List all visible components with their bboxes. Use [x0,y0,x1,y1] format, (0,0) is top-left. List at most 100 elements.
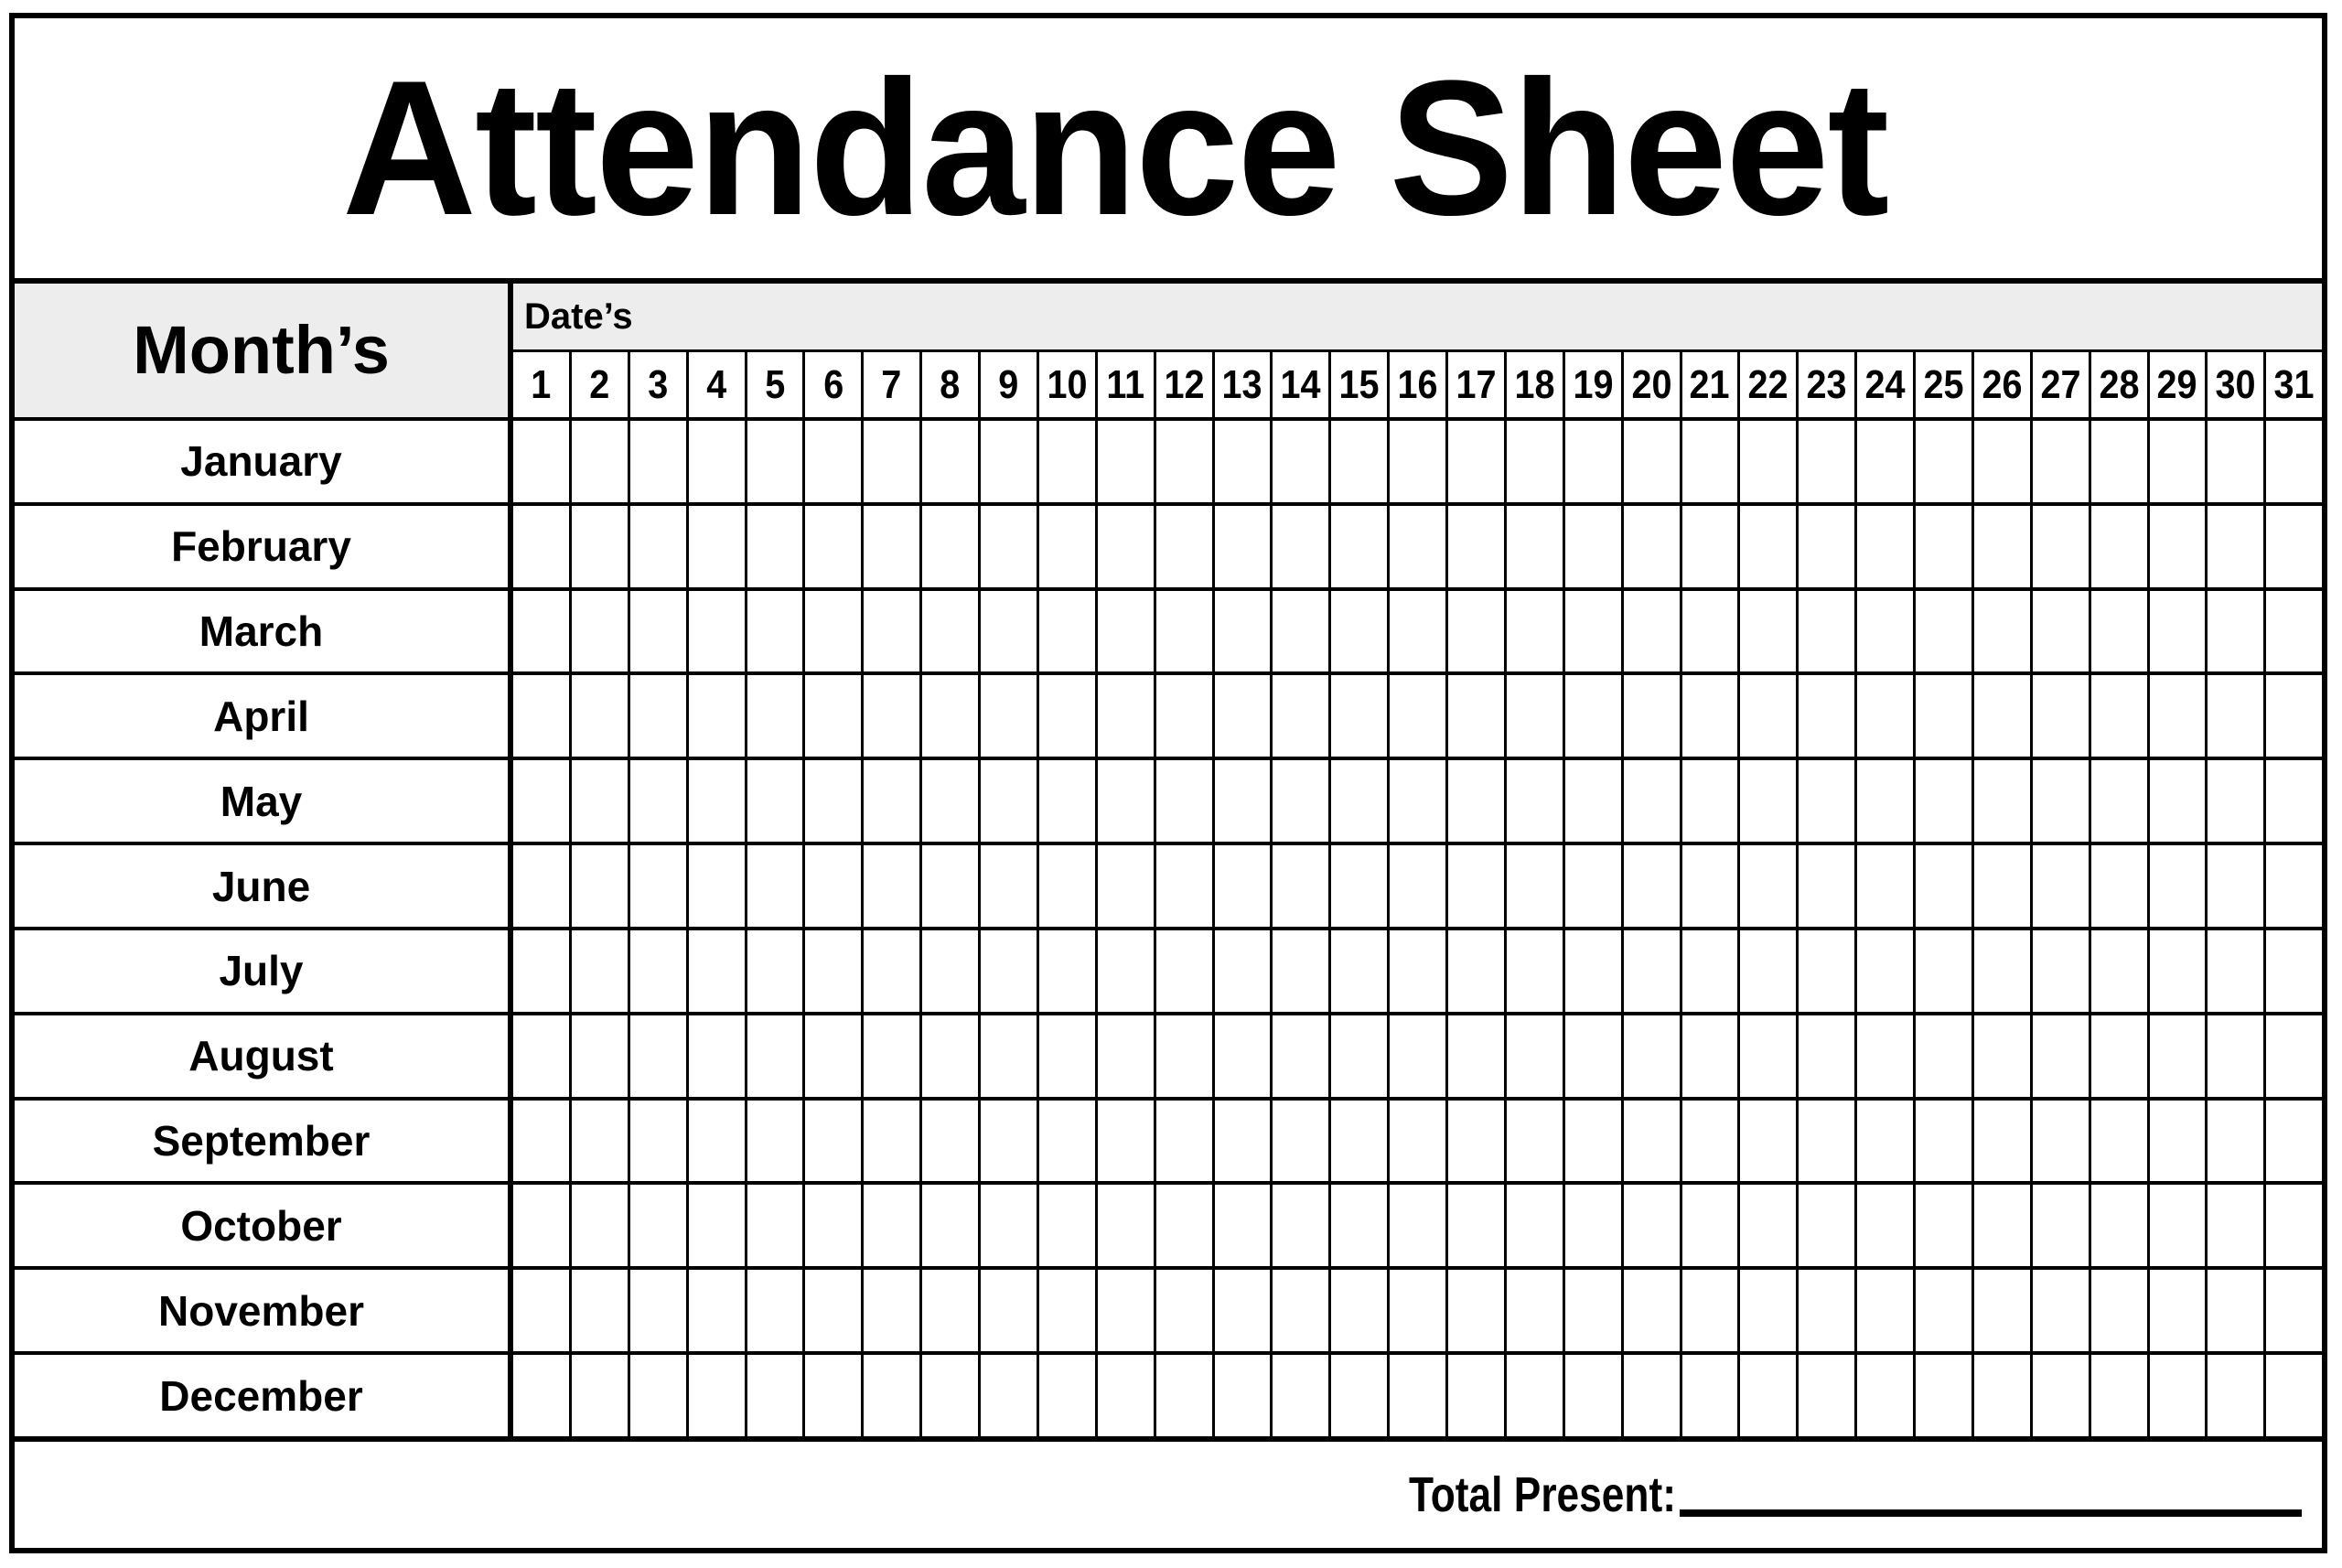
attendance-cell[interactable] [513,505,572,587]
attendance-cell[interactable] [1390,1185,1448,1267]
attendance-cell[interactable] [1506,1015,1565,1097]
attendance-cell[interactable] [1506,505,1565,587]
attendance-cell[interactable] [688,505,747,587]
attendance-cell[interactable] [1564,590,1624,672]
attendance-cell[interactable] [1214,1270,1273,1352]
attendance-cell[interactable] [981,760,1039,843]
attendance-cell[interactable] [2032,760,2091,843]
attendance-cell[interactable] [1916,421,1974,502]
attendance-cell[interactable] [1799,1015,1858,1097]
attendance-cell[interactable] [922,590,981,672]
attendance-cell[interactable] [1681,760,1741,843]
attendance-cell[interactable] [1038,1270,1098,1352]
attendance-cell[interactable] [1973,760,2033,843]
attendance-cell[interactable] [1681,1015,1741,1097]
attendance-cell[interactable] [1857,675,1916,757]
attendance-cell[interactable] [922,421,981,502]
attendance-cell[interactable] [1857,1015,1916,1097]
attendance-cell[interactable] [747,421,806,502]
attendance-cell[interactable] [629,1270,689,1352]
attendance-cell[interactable] [981,675,1039,757]
attendance-cell[interactable] [2266,421,2323,502]
attendance-cell[interactable] [1973,929,2033,1012]
attendance-cell[interactable] [805,590,865,672]
attendance-cell[interactable] [1681,1185,1741,1267]
attendance-cell[interactable] [688,845,747,927]
attendance-cell[interactable] [688,421,747,502]
attendance-cell[interactable] [1916,675,1974,757]
attendance-cell[interactable] [1857,590,1916,672]
attendance-cell[interactable] [2149,1185,2208,1267]
attendance-cell[interactable] [1214,845,1273,927]
attendance-cell[interactable] [688,675,747,757]
attendance-cell[interactable] [629,1185,689,1267]
attendance-cell[interactable] [805,1355,865,1436]
attendance-cell[interactable] [2090,1270,2150,1352]
attendance-cell[interactable] [1097,505,1156,587]
attendance-cell[interactable] [2266,1185,2323,1267]
attendance-cell[interactable] [2149,1015,2208,1097]
attendance-cell[interactable] [513,760,572,843]
attendance-cell[interactable] [1623,1100,1682,1182]
attendance-cell[interactable] [1973,1270,2033,1352]
attendance-cell[interactable] [1097,845,1156,927]
attendance-cell[interactable] [1564,1015,1624,1097]
attendance-cell[interactable] [1448,505,1507,587]
attendance-cell[interactable] [2266,675,2323,757]
attendance-cell[interactable] [1097,590,1156,672]
attendance-cell[interactable] [1390,505,1448,587]
attendance-cell[interactable] [2266,590,2323,672]
attendance-cell[interactable] [2032,590,2091,672]
attendance-cell[interactable] [2149,590,2208,672]
attendance-cell[interactable] [629,421,689,502]
attendance-cell[interactable] [1857,845,1916,927]
attendance-cell[interactable] [1097,675,1156,757]
attendance-cell[interactable] [1506,421,1565,502]
attendance-cell[interactable] [1973,1100,2033,1182]
attendance-cell[interactable] [1799,1100,1858,1182]
attendance-cell[interactable] [1740,1100,1799,1182]
attendance-cell[interactable] [1214,675,1273,757]
attendance-cell[interactable] [864,675,923,757]
attendance-cell[interactable] [1740,1270,1799,1352]
attendance-cell[interactable] [1857,1355,1916,1436]
attendance-cell[interactable] [747,1185,806,1267]
attendance-cell[interactable] [981,1270,1039,1352]
attendance-cell[interactable] [1564,505,1624,587]
attendance-cell[interactable] [571,505,630,587]
attendance-cell[interactable] [981,505,1039,587]
attendance-cell[interactable] [922,1270,981,1352]
attendance-cell[interactable] [1623,760,1682,843]
attendance-cell[interactable] [805,1270,865,1352]
attendance-cell[interactable] [1973,1015,2033,1097]
attendance-cell[interactable] [922,1185,981,1267]
attendance-cell[interactable] [2032,675,2091,757]
attendance-cell[interactable] [1564,1100,1624,1182]
attendance-cell[interactable] [922,1100,981,1182]
attendance-cell[interactable] [1916,1270,1974,1352]
attendance-cell[interactable] [1564,421,1624,502]
attendance-cell[interactable] [1857,1185,1916,1267]
attendance-cell[interactable] [1564,1355,1624,1436]
attendance-cell[interactable] [1681,675,1741,757]
attendance-cell[interactable] [1857,505,1916,587]
attendance-cell[interactable] [1390,1355,1448,1436]
attendance-cell[interactable] [1273,675,1332,757]
attendance-cell[interactable] [1038,505,1098,587]
attendance-cell[interactable] [1740,760,1799,843]
attendance-cell[interactable] [1623,421,1682,502]
attendance-cell[interactable] [1448,760,1507,843]
attendance-cell[interactable] [1038,421,1098,502]
attendance-cell[interactable] [1973,1355,2033,1436]
attendance-cell[interactable] [513,1015,572,1097]
attendance-cell[interactable] [2090,929,2150,1012]
attendance-cell[interactable] [1331,845,1391,927]
attendance-cell[interactable] [1331,1355,1391,1436]
attendance-cell[interactable] [2090,421,2150,502]
attendance-cell[interactable] [629,845,689,927]
attendance-cell[interactable] [1155,675,1215,757]
attendance-cell[interactable] [805,929,865,1012]
attendance-cell[interactable] [922,1015,981,1097]
attendance-cell[interactable] [1857,1270,1916,1352]
attendance-cell[interactable] [2149,845,2208,927]
